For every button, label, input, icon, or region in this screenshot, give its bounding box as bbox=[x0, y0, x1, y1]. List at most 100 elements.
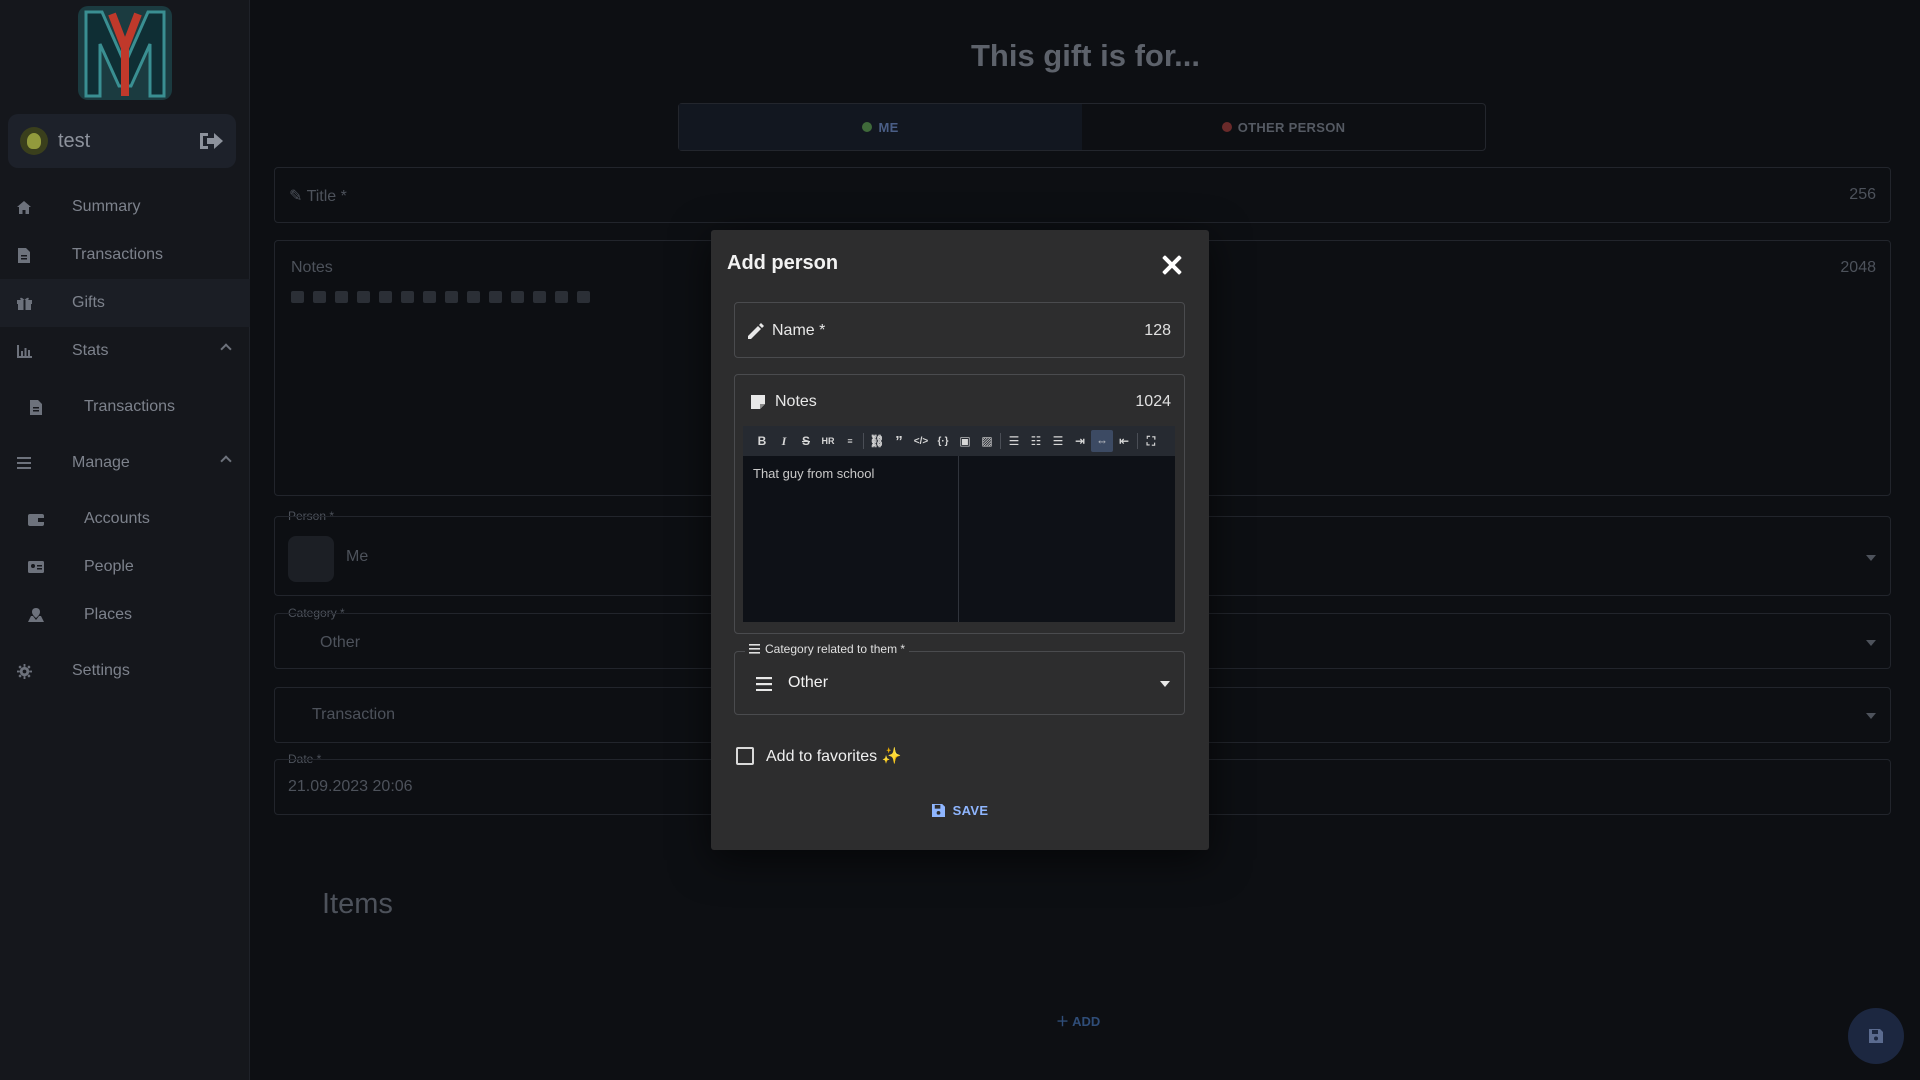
comment-icon[interactable]: ▣ bbox=[954, 430, 976, 452]
user-name: test bbox=[58, 129, 91, 152]
sidebar-item-stats[interactable]: Stats bbox=[0, 327, 250, 375]
notes-editor[interactable]: Notes 1024 B I S HR ≡ ⛓ ” </> {·} ▣ ▨ ☰ … bbox=[734, 374, 1185, 634]
chevron-down-icon bbox=[1866, 713, 1876, 719]
favorites-checkbox[interactable] bbox=[736, 747, 754, 765]
sidebar-item-transactions[interactable]: Transactions bbox=[0, 231, 250, 279]
home-icon bbox=[14, 197, 34, 217]
sidebar-item-label: Stats bbox=[72, 342, 109, 359]
italic-icon[interactable]: I bbox=[773, 430, 795, 452]
notes-preview bbox=[959, 456, 1175, 622]
bold-icon[interactable]: B bbox=[751, 430, 773, 452]
checked-list-icon[interactable]: ☰ bbox=[1047, 430, 1069, 452]
sidebar-item-label: Summary bbox=[72, 198, 141, 215]
floppy-icon bbox=[1869, 1029, 1883, 1043]
page-title: This gift is for... bbox=[970, 38, 1201, 73]
person-value: Me bbox=[346, 548, 369, 565]
sidebar-item-people[interactable]: People bbox=[0, 543, 250, 591]
save-button[interactable]: SAVE bbox=[711, 803, 1209, 818]
link-icon[interactable]: ⛓ bbox=[866, 430, 888, 452]
lightbulb-icon bbox=[20, 127, 48, 155]
favorites-label: Add to favorites ✨ bbox=[766, 748, 902, 765]
sidebar: test Summary Transactions Gifts Stats Tr… bbox=[0, 0, 250, 1080]
fullscreen-icon[interactable]: ⛶ bbox=[1140, 430, 1162, 452]
sidebar-item-label: Transactions bbox=[84, 398, 175, 415]
sidebar-item-label: Gifts bbox=[72, 294, 105, 311]
edit-mode-icon[interactable]: ⇥ bbox=[1069, 430, 1091, 452]
toolbar-divider bbox=[863, 433, 864, 449]
save-label: SAVE bbox=[952, 803, 989, 818]
logout-icon[interactable] bbox=[198, 130, 224, 152]
menu-icon bbox=[749, 644, 760, 654]
items-title: Items bbox=[322, 888, 393, 920]
menu-icon bbox=[288, 536, 334, 582]
close-icon[interactable] bbox=[1161, 254, 1183, 276]
image-icon[interactable]: ▨ bbox=[976, 430, 998, 452]
code-block-icon[interactable]: {·} bbox=[932, 430, 954, 452]
app-logo[interactable] bbox=[76, 4, 174, 102]
title-input[interactable]: ✎ Title * 256 bbox=[274, 167, 1891, 223]
sidebar-item-settings[interactable]: Settings bbox=[0, 647, 250, 695]
markdown-toolbar: B I S HR ≡ ⛓ ” </> {·} ▣ ▨ ☰ ☷ ☰ ⇥ ⇔ ⇤ ⛶ bbox=[743, 426, 1175, 456]
title-icon[interactable]: ≡ bbox=[839, 430, 861, 452]
title-label: ✎ Title * bbox=[289, 188, 347, 205]
toolbar-divider bbox=[1137, 433, 1138, 449]
live-mode-icon[interactable]: ⇔ bbox=[1091, 430, 1113, 452]
category-value: Other bbox=[320, 634, 361, 651]
code-icon[interactable]: </> bbox=[910, 430, 932, 452]
category-legend: Category related to them * bbox=[745, 642, 910, 656]
category-select[interactable]: Category related to them * Other bbox=[734, 642, 1185, 715]
me-icon bbox=[862, 122, 873, 132]
receipt-icon bbox=[26, 397, 46, 417]
menu-icon bbox=[14, 453, 34, 473]
unordered-list-icon[interactable]: ☰ bbox=[1003, 430, 1025, 452]
chevron-down-icon bbox=[1160, 681, 1170, 687]
sidebar-item-gifts[interactable]: Gifts bbox=[0, 279, 250, 327]
recipient-toggle: ME OTHER PERSON bbox=[678, 103, 1486, 151]
sidebar-item-label: Transactions bbox=[72, 246, 163, 263]
name-label: Name * bbox=[772, 322, 826, 339]
id-card-icon bbox=[26, 557, 46, 577]
note-icon bbox=[751, 395, 765, 409]
dialog-title: Add person bbox=[727, 252, 839, 274]
save-fab[interactable] bbox=[1848, 1008, 1904, 1064]
sidebar-item-stats-transactions[interactable]: Transactions bbox=[0, 383, 250, 431]
ordered-list-icon[interactable]: ☷ bbox=[1025, 430, 1047, 452]
chart-icon bbox=[14, 341, 34, 361]
sidebar-item-label: People bbox=[84, 558, 134, 575]
sidebar-item-label: Settings bbox=[72, 662, 130, 679]
floppy-icon bbox=[931, 804, 945, 817]
chevron-down-icon bbox=[1866, 640, 1876, 646]
chevron-down-icon bbox=[1866, 555, 1876, 561]
strikethrough-icon[interactable]: S bbox=[795, 430, 817, 452]
toggle-other-label: OTHER PERSON bbox=[1237, 119, 1346, 135]
receipt-icon bbox=[14, 245, 34, 265]
toggle-other-person[interactable]: OTHER PERSON bbox=[1082, 104, 1485, 150]
sidebar-item-places[interactable]: Places bbox=[0, 591, 250, 639]
preview-mode-icon[interactable]: ⇤ bbox=[1113, 430, 1135, 452]
title-counter: 256 bbox=[1849, 186, 1876, 203]
quote-icon[interactable]: ” bbox=[888, 430, 910, 452]
toolbar-divider bbox=[1000, 433, 1001, 449]
toggle-me[interactable]: ME bbox=[679, 104, 1082, 150]
menu-icon bbox=[756, 677, 772, 691]
notes-counter: 2048 bbox=[1840, 259, 1876, 276]
sidebar-item-label: Places bbox=[84, 606, 133, 623]
sidebar-item-label: Accounts bbox=[84, 510, 150, 527]
gift-icon bbox=[14, 293, 34, 313]
name-input[interactable]: Name * 128 bbox=[734, 302, 1185, 358]
horizontal-rule-icon[interactable]: HR bbox=[817, 430, 839, 452]
notes-label: Notes bbox=[775, 393, 817, 410]
heart-icon bbox=[1221, 122, 1232, 132]
name-counter: 128 bbox=[1144, 322, 1171, 339]
add-item-button[interactable]: ＋ ADD bbox=[1056, 1011, 1100, 1030]
sidebar-item-summary[interactable]: Summary bbox=[0, 183, 250, 231]
sidebar-item-manage[interactable]: Manage bbox=[0, 439, 250, 487]
date-value: 21.09.2023 20:06 bbox=[288, 778, 413, 795]
sidebar-item-accounts[interactable]: Accounts bbox=[0, 495, 250, 543]
toggle-me-label: ME bbox=[878, 119, 899, 135]
notes-textarea[interactable]: That guy from school bbox=[743, 456, 959, 622]
category-value: Other bbox=[788, 674, 829, 691]
notes-toolbar bbox=[291, 291, 590, 303]
pencil-icon bbox=[748, 323, 764, 339]
notes-label: Notes bbox=[291, 259, 333, 276]
